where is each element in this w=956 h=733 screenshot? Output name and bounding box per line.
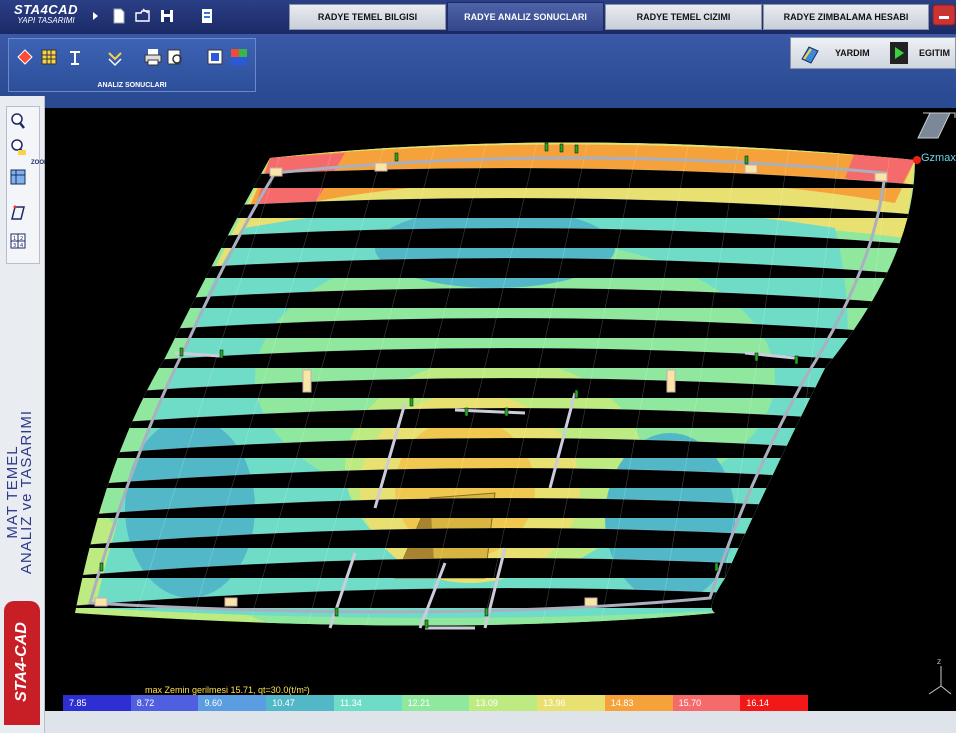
color-legend: 7.85 8.72 9.60 10.47 11.34 12.21 13.09 13.96 14.… — [63, 695, 809, 711]
legend-swatch: 13.96 — [537, 695, 605, 711]
chevron-right-icon[interactable] — [92, 5, 100, 27]
zoom-window-icon[interactable] — [9, 137, 27, 157]
axis-z-label: Z — [937, 659, 941, 666]
zoom-fit-icon[interactable] — [9, 167, 27, 187]
tab-radye-temel-cizimi[interactable]: RADYE TEMEL CIZIMI — [605, 4, 762, 30]
app-title: STA4CAD — [14, 2, 78, 17]
legend-swatch: 7.85 — [63, 695, 131, 711]
tab-radye-temel-bilgisi[interactable]: RADYE TEMEL BILGISI — [289, 4, 446, 30]
status-bar — [45, 711, 956, 733]
app-logo: STA4CAD YAPI TASARIMI — [6, 0, 86, 34]
grid-icon[interactable] — [39, 45, 59, 69]
svg-text:4: 4 — [20, 243, 23, 249]
legend-swatch: 12.21 — [401, 695, 470, 711]
rotate-icon[interactable] — [105, 45, 125, 69]
gzmax-label: Gzmax — [921, 152, 956, 164]
legend-title: max Zemin gerilmesi 15.71, qt=30.0(t/m²) — [145, 685, 310, 695]
svg-text:1: 1 — [13, 236, 16, 242]
left-panel: 1234 ZOOM MAT TEMEL ANALIZ ve TASARIMI S… — [0, 96, 49, 733]
sta4cad-brand: STA4-CAD — [4, 601, 40, 725]
save-icon[interactable] — [156, 5, 178, 27]
legend-swatch: 11.34 — [333, 695, 402, 711]
help-book-icon[interactable] — [799, 43, 821, 65]
save-image-icon[interactable] — [229, 45, 249, 69]
sta4cad-brand-text: STA4-CAD — [13, 622, 30, 702]
module-title: MAT TEMEL ANALIZ ve TASARIMI — [4, 382, 35, 602]
legend-swatch: 8.72 — [130, 695, 199, 711]
egitim-button[interactable]: EGITIM — [919, 48, 950, 58]
module-title-line2: ANALIZ ve TASARIMI — [18, 409, 35, 575]
minimize-button[interactable] — [932, 4, 956, 26]
play-video-icon[interactable] — [889, 41, 909, 65]
ribbon-group-label: ANALIZ SONUCLARI — [97, 82, 167, 89]
diamond-icon[interactable] — [15, 45, 35, 69]
app-subtitle: YAPI TASARIMI — [17, 16, 75, 25]
open-folder-icon[interactable] — [132, 5, 154, 27]
column-icon[interactable] — [65, 45, 85, 69]
zoom-all-icon[interactable] — [9, 111, 27, 131]
layout-icon[interactable]: 1234 — [9, 231, 27, 251]
svg-text:3: 3 — [13, 243, 16, 249]
pan-icon[interactable] — [9, 203, 27, 223]
gzmax-marker — [913, 156, 921, 164]
view-cube-icon[interactable] — [917, 112, 951, 139]
zoom-label: ZOOM — [31, 160, 49, 166]
legend-swatch: 9.60 — [198, 695, 267, 711]
viewport-header — [45, 96, 956, 108]
legend-swatch: 14.83 — [604, 695, 673, 711]
analysis-viewport[interactable]: Gzmax max Zemin gerilmesi 15.71, qt=30.0… — [45, 108, 956, 711]
new-file-icon[interactable] — [108, 5, 130, 27]
document-icon[interactable] — [196, 5, 218, 27]
yardim-button[interactable]: YARDIM — [835, 48, 870, 58]
ribbon-group-analiz-sonuclari: ANALIZ SONUCLARI — [8, 38, 256, 92]
preview-icon[interactable] — [165, 45, 185, 69]
legend-swatch: 16.14 — [740, 695, 809, 711]
help-toolbar: YARDIM EGITIM — [790, 37, 956, 69]
contour-plot — [75, 112, 956, 630]
axis-triad-icon: Z — [928, 659, 952, 695]
legend-swatch: 10.47 — [266, 695, 334, 711]
svg-text:2: 2 — [20, 236, 23, 242]
legend-swatch: 13.09 — [469, 695, 538, 711]
title-bar: STA4CAD YAPI TASARIMI RADYE TEMEL BILGIS… — [0, 0, 956, 34]
image-icon[interactable] — [205, 45, 225, 69]
print-icon[interactable] — [143, 45, 163, 69]
tab-radye-analiz-sonuclari[interactable]: RADYE ANALIZ SONUCLARI — [447, 2, 604, 32]
tab-radye-zimbalama-hesabi[interactable]: RADYE ZIMBALAMA HESABI — [763, 4, 929, 30]
zoom-toolbar: 1234 ZOOM — [6, 106, 49, 264]
legend-swatch: 15.70 — [672, 695, 741, 711]
